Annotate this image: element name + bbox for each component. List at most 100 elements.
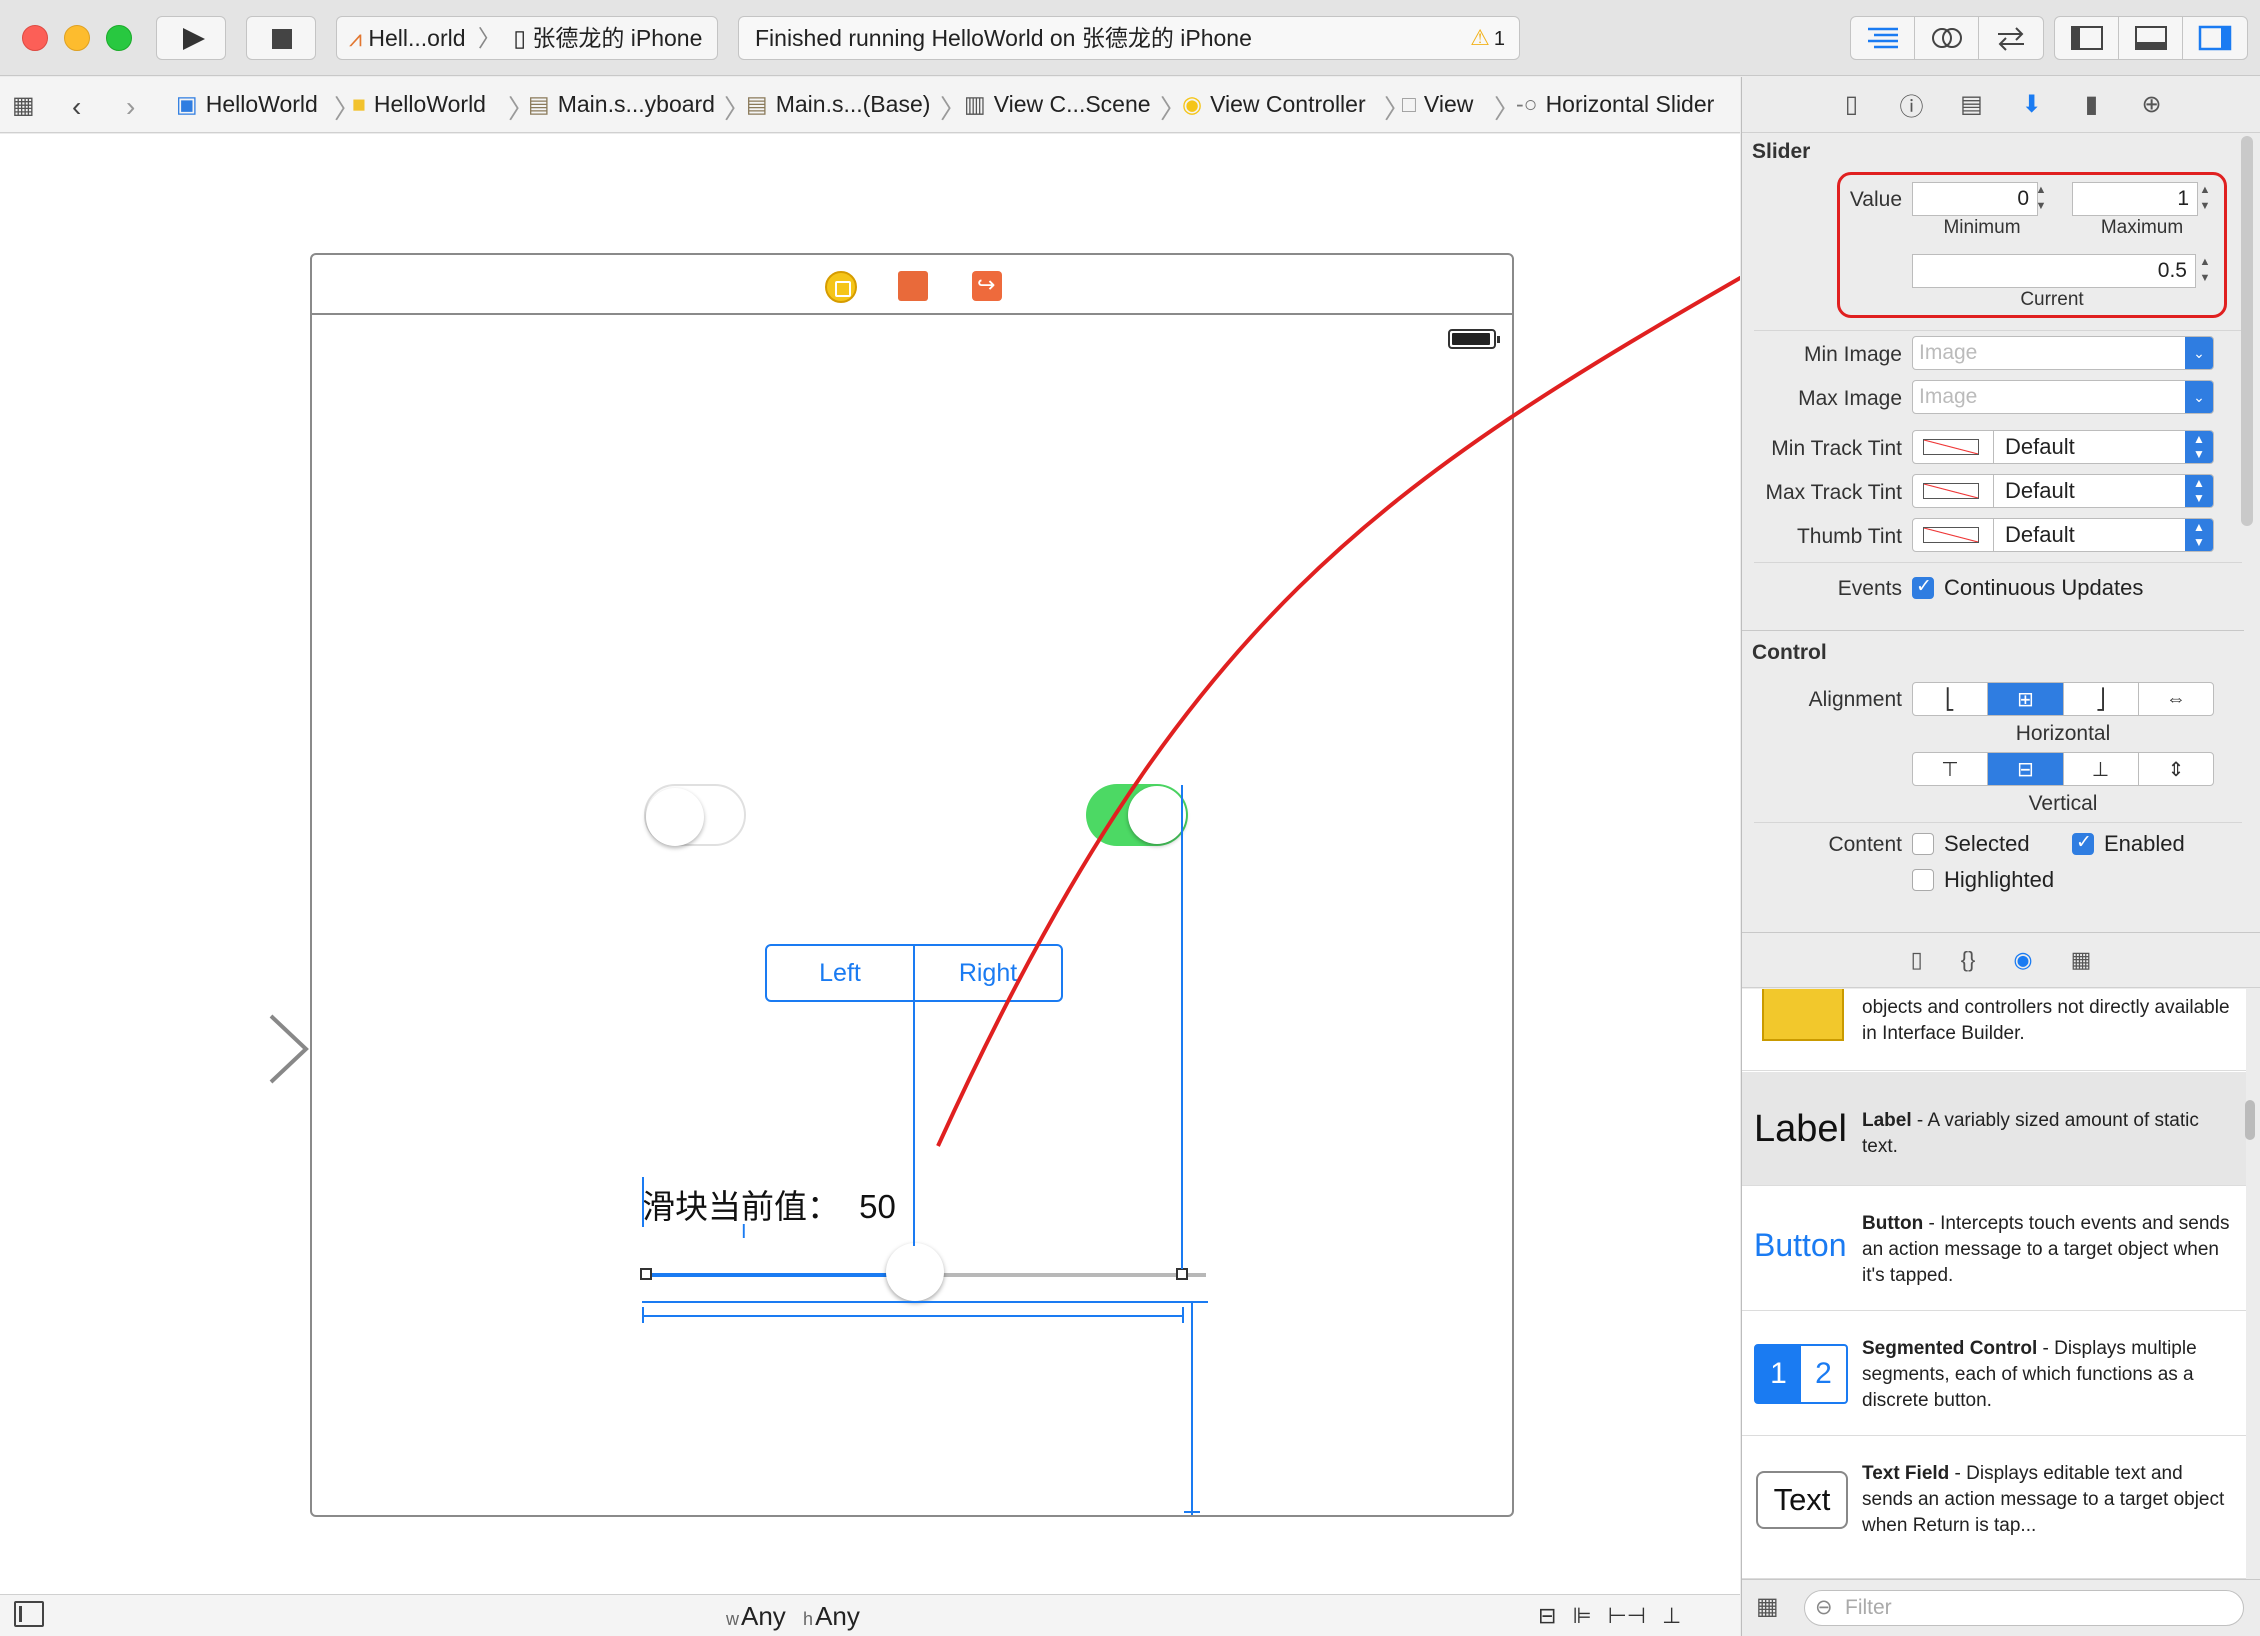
align-bottom-icon[interactable]: ⊥: [2064, 753, 2139, 785]
button-icon: Button: [1754, 1227, 1847, 1263]
highlight-box: [1837, 172, 2227, 318]
pin-icon[interactable]: ⊢⊣: [1608, 1603, 1646, 1629]
warning-indicator[interactable]: ⚠ 1: [1470, 17, 1505, 60]
filter-input[interactable]: ⊖ Filter: [1804, 1590, 2244, 1626]
breadcrumb-group[interactable]: ■ HelloWorld: [352, 91, 486, 118]
continuous-updates-checkbox[interactable]: [1912, 575, 1934, 599]
chevron-down-icon[interactable]: ⌄: [2185, 337, 2213, 369]
color-swatch[interactable]: [1923, 439, 1979, 455]
breadcrumb-label: HelloWorld: [205, 91, 318, 117]
storyboard-file-icon: ▤: [746, 91, 768, 117]
size-inspector-icon[interactable]: ▮: [2077, 90, 2107, 120]
attributes-inspector-icon[interactable]: ⬇: [2017, 90, 2047, 120]
size-class-toggle[interactable]: wAny hAny: [726, 1601, 860, 1632]
control-section-title: Control: [1752, 641, 1827, 664]
align-middle-icon[interactable]: ⊟: [1988, 753, 2064, 785]
breadcrumb-storyboard[interactable]: ▤ Main.s...yboard: [528, 91, 715, 118]
standard-editor-button[interactable]: [1851, 17, 1915, 59]
list-item[interactable]: Label Label - A variably sized amount of…: [1742, 1072, 2246, 1186]
library-scrollbar[interactable]: [2245, 1100, 2255, 1140]
breadcrumb-label: HelloWorld: [373, 91, 486, 117]
highlighted-label[interactable]: Highlighted: [1944, 867, 2054, 893]
divider: [1754, 562, 2242, 563]
assistant-editor-button[interactable]: [1915, 17, 1979, 59]
interface-builder-canvas[interactable]: Left Right 滑块当前值： 50 I: [0, 134, 1740, 1594]
height-prefix: h: [803, 1609, 814, 1629]
back-arrow-icon[interactable]: ‹: [72, 91, 81, 123]
utilities-pane-icon: [2198, 25, 2232, 51]
align-icon[interactable]: ⊫: [1572, 1603, 1591, 1629]
grid-view-icon[interactable]: ▦: [1756, 1592, 1779, 1621]
thumb-tint-popup[interactable]: Default ▲ ▼: [1912, 518, 2214, 552]
list-item[interactable]: Text Text Field - Displays editable text…: [1742, 1437, 2246, 1579]
list-item[interactable]: objects and controllers not directly ava…: [1742, 989, 2246, 1071]
media-library-icon[interactable]: ▦: [2071, 947, 2092, 973]
minimize-window-button[interactable]: [64, 25, 90, 51]
identity-inspector-icon[interactable]: ▤: [1957, 90, 1987, 120]
thumb-tint-value: Default: [2005, 522, 2075, 547]
enabled-checkbox[interactable]: [2072, 831, 2094, 855]
stop-button[interactable]: [246, 16, 316, 60]
align-top-icon[interactable]: ⊤: [1913, 753, 1989, 785]
max-track-tint-popup[interactable]: Default ▲ ▼: [1912, 474, 2214, 508]
max-image-combobox[interactable]: Image ⌄: [1912, 380, 2214, 414]
code-snippet-library-icon[interactable]: {}: [1961, 947, 1976, 973]
breadcrumb-view-controller[interactable]: ◉ View Controller: [1182, 91, 1366, 118]
inspector-scrollbar[interactable]: [2241, 136, 2253, 526]
label-icon: Label: [1754, 1108, 1847, 1150]
continuous-updates-label[interactable]: Continuous Updates: [1944, 575, 2143, 601]
breadcrumb-label: Main.s...(Base): [775, 91, 931, 117]
object-library-list[interactable]: objects and controllers not directly ava…: [1742, 989, 2246, 1579]
breadcrumb-project[interactable]: ▣ HelloWorld: [176, 91, 318, 118]
chevron-down-icon[interactable]: ⌄: [2185, 381, 2213, 413]
up-down-chevron-icon: ▲ ▼: [2185, 475, 2213, 507]
align-center-icon[interactable]: ⊞: [1988, 683, 2064, 715]
max-track-tint-label: Max Track Tint: [1765, 481, 1902, 504]
color-swatch[interactable]: [1923, 527, 1979, 543]
segment-icon-b: 2: [1815, 1357, 1832, 1390]
highlighted-checkbox[interactable]: [1912, 869, 1934, 891]
min-image-combobox[interactable]: Image ⌄: [1912, 336, 2214, 370]
activity-status: Finished running HelloWorld on 张德龙的 iPho…: [738, 16, 1520, 60]
embed-in-stack-icon[interactable]: ⊟: [1538, 1603, 1556, 1629]
resolve-issues-icon[interactable]: ⊥: [1662, 1603, 1681, 1629]
breadcrumb-scene[interactable]: ▥ View C...Scene: [964, 91, 1151, 118]
align-right-icon[interactable]: ⎦: [2064, 683, 2139, 715]
min-image-label: Min Image: [1803, 343, 1902, 366]
scheme-selector[interactable]: ⩘ Hell...orld 〉 ▯ 张德龙的 iPhone: [336, 16, 718, 60]
breadcrumb-view[interactable]: □ View: [1402, 91, 1473, 118]
connections-inspector-icon[interactable]: ⊕: [2137, 90, 2167, 120]
document-outline-icon[interactable]: [14, 1601, 44, 1627]
horizontal-alignment-control[interactable]: ⎣ ⊞ ⎦ ⇔: [1912, 682, 2214, 716]
min-track-tint-popup[interactable]: Default ▲ ▼: [1912, 430, 2214, 464]
separator: [1993, 519, 1994, 551]
align-left-icon[interactable]: ⎣: [1913, 683, 1989, 715]
breadcrumb-slider[interactable]: -○ Horizontal Slider: [1516, 91, 1714, 118]
library-item-desc: Button - Intercepts touch events and sen…: [1862, 1211, 2232, 1289]
zoom-window-button[interactable]: [106, 25, 132, 51]
play-icon: [183, 28, 205, 50]
file-inspector-icon[interactable]: ▯: [1837, 90, 1867, 120]
breadcrumb-storyboard-base[interactable]: ▤ Main.s...(Base): [746, 91, 930, 118]
status-text: Finished running HelloWorld on 张德龙的 iPho…: [755, 25, 1252, 51]
run-button[interactable]: [156, 16, 226, 60]
toggle-navigator-button[interactable]: [2055, 17, 2119, 59]
forward-arrow-icon[interactable]: ›: [126, 91, 135, 123]
related-items-icon[interactable]: ▦: [12, 91, 35, 120]
list-item[interactable]: 12 Segmented Control - Displays multiple…: [1742, 1312, 2246, 1436]
toggle-utilities-button[interactable]: [2183, 17, 2247, 59]
align-fill-icon[interactable]: ⇔: [2139, 683, 2213, 715]
vertical-alignment-control[interactable]: ⊤ ⊟ ⊥ ⇕: [1912, 752, 2214, 786]
quick-help-icon[interactable]: ⓘ: [1897, 90, 1927, 121]
align-fill-vertical-icon[interactable]: ⇕: [2139, 753, 2213, 785]
object-library-icon[interactable]: ◉: [2013, 947, 2032, 973]
color-swatch[interactable]: [1923, 483, 1979, 499]
list-item[interactable]: Button Button - Intercepts touch events …: [1742, 1187, 2246, 1311]
version-editor-button[interactable]: [1979, 17, 2043, 59]
selected-label[interactable]: Selected: [1944, 831, 2030, 857]
toggle-debug-area-button[interactable]: [2119, 17, 2183, 59]
file-template-library-icon[interactable]: ▯: [1911, 947, 1923, 973]
close-window-button[interactable]: [22, 25, 48, 51]
selected-checkbox[interactable]: [1912, 833, 1934, 855]
enabled-label[interactable]: Enabled: [2104, 831, 2185, 857]
